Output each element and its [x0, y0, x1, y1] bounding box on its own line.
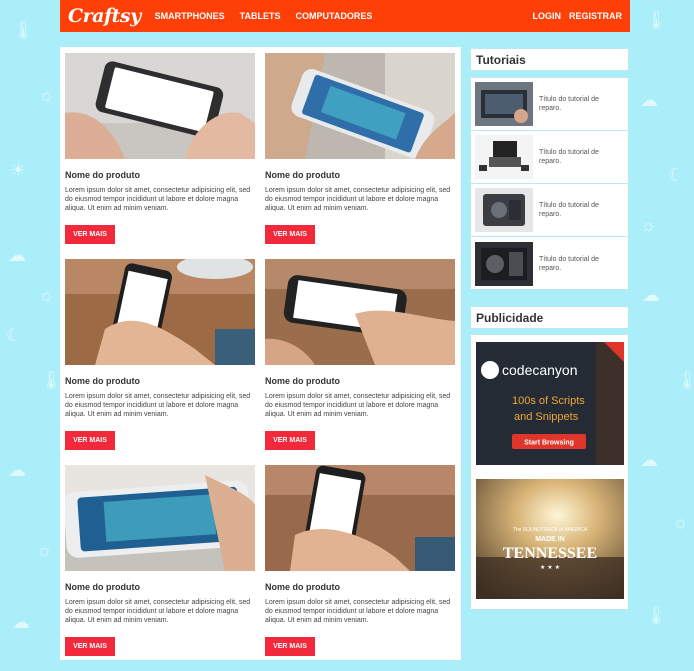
product-image[interactable]	[265, 465, 455, 571]
ads-box: codecanyon 100s of Scripts and Snippets …	[470, 334, 629, 610]
product-description: Lorem ipsum dolor sit amet, consectetur …	[65, 187, 251, 212]
top-navbar: Craftsy SMARTPHONES TABLETS COMPUTADORES…	[60, 0, 630, 32]
product-card: Nome do produto Lorem ipsum dolor sit am…	[265, 465, 455, 671]
product-name[interactable]: Nome do produto	[65, 170, 255, 180]
tutorial-item[interactable]: Título do tutorial de reparo.	[471, 131, 628, 184]
ad-headline-1: 100s of Scripts	[512, 395, 585, 407]
thermometer-icon: 🌡	[676, 370, 694, 390]
cloud-icon: ☁	[8, 460, 26, 480]
product-list: Nome do produto Lorem ipsum dolor sit am…	[60, 47, 461, 660]
product-card: Nome do produto Lorem ipsum dolor sit am…	[265, 53, 455, 259]
tennessee-ad[interactable]: The SOUNDTRACK of AMERICA MADE IN TENNES…	[476, 479, 624, 599]
product-description: Lorem ipsum dolor sit amet, consectetur …	[265, 393, 451, 418]
product-name[interactable]: Nome do produto	[65, 376, 255, 386]
sun-icon: ☼	[672, 512, 689, 532]
cloud-icon: ☁	[642, 285, 660, 305]
ver-mais-button[interactable]: VER MAIS	[265, 637, 315, 656]
product-name[interactable]: Nome do produto	[265, 170, 455, 180]
nav-computadores[interactable]: COMPUTADORES	[296, 11, 373, 21]
sun-icon: ☀	[10, 160, 27, 180]
moon-icon: ☾	[668, 165, 685, 185]
cloud-icon: ☁	[12, 612, 30, 632]
product-image[interactable]	[65, 465, 255, 571]
ver-mais-button[interactable]: VER MAIS	[265, 225, 315, 244]
product-card: Nome do produto Lorem ipsum dolor sit am…	[65, 53, 255, 259]
nav-tablets[interactable]: TABLETS	[240, 11, 281, 21]
product-description: Lorem ipsum dolor sit amet, consectetur …	[265, 599, 451, 624]
craftsy-logo[interactable]: Craftsy	[68, 5, 141, 27]
cloud-icon: ☁	[640, 450, 658, 470]
ad-tagline: The SOUNDTRACK of AMERICA	[513, 527, 588, 533]
ver-mais-button[interactable]: VER MAIS	[65, 431, 115, 450]
tutorial-title: Título do tutorial de reparo.	[539, 96, 599, 112]
product-description: Lorem ipsum dolor sit amet, consectetur …	[265, 187, 451, 212]
ad-tennessee: TENNESSEE	[503, 545, 597, 562]
tutorial-thumbnail	[475, 188, 533, 232]
tutorial-item[interactable]: Título do tutorial de reparo.	[471, 184, 628, 237]
product-image[interactable]	[265, 259, 455, 365]
product-name[interactable]: Nome do produto	[265, 376, 455, 386]
tutorials-title: Tutoriais	[470, 48, 629, 71]
tutorial-title: Título do tutorial de reparo.	[539, 255, 599, 272]
product-card: Nome do produto Lorem ipsum dolor sit am…	[265, 259, 455, 465]
tutorial-title: Título do tutorial de reparo.	[539, 202, 599, 218]
product-description: Lorem ipsum dolor sit amet, consectetur …	[65, 599, 251, 624]
tutorial-title: Título do tutorial de reparo.	[539, 149, 599, 165]
tutorial-item[interactable]: Título do tutorial de reparo.	[471, 237, 628, 290]
ad-cta-label: Start Browsing	[524, 440, 574, 447]
thermometer-icon: 🌡	[12, 20, 35, 40]
thermometer-icon: 🌡	[645, 605, 668, 625]
cloud-icon: ☁	[8, 245, 26, 265]
codecanyon-ad[interactable]: codecanyon 100s of Scripts and Snippets …	[476, 342, 624, 465]
sun-icon: ☼	[38, 285, 55, 305]
product-image[interactable]	[65, 259, 255, 365]
product-card: Nome do produto Lorem ipsum dolor sit am…	[65, 259, 255, 465]
ad-made-in: MADE IN	[535, 536, 565, 543]
register-link[interactable]: REGISTRAR	[569, 11, 622, 21]
tutorial-thumbnail	[475, 82, 533, 126]
stars-icon: ★ ★ ★	[540, 564, 560, 571]
product-description: Lorem ipsum dolor sit amet, consectetur …	[65, 393, 251, 418]
product-image[interactable]	[65, 53, 255, 159]
tutorial-thumbnail	[475, 135, 533, 179]
product-name[interactable]: Nome do produto	[265, 582, 455, 592]
main-nav: SMARTPHONES TABLETS COMPUTADORES	[155, 11, 373, 21]
ads-title: Publicidade	[470, 306, 629, 329]
thermometer-icon: 🌡	[645, 10, 668, 30]
ver-mais-button[interactable]: VER MAIS	[65, 637, 115, 656]
cloud-icon: ☁	[640, 90, 658, 110]
tutorials-list: Título do tutorial de reparo. Título do …	[470, 77, 629, 290]
ver-mais-button[interactable]: VER MAIS	[65, 225, 115, 244]
sun-icon: ☼	[640, 215, 657, 235]
auth-links: LOGIN REGISTRAR	[532, 11, 622, 21]
ver-mais-button[interactable]: VER MAIS	[265, 431, 315, 450]
login-link[interactable]: LOGIN	[532, 11, 561, 21]
ad-brand: codecanyon	[502, 362, 578, 378]
tutorial-item[interactable]: Título do tutorial de reparo.	[471, 78, 628, 131]
moon-icon: ☾	[6, 325, 23, 345]
product-name[interactable]: Nome do produto	[65, 582, 255, 592]
product-image[interactable]	[265, 53, 455, 159]
sun-icon: ☼	[38, 85, 55, 105]
tutorial-thumbnail	[475, 241, 533, 286]
sun-icon: ☼	[36, 540, 53, 560]
nav-smartphones[interactable]: SMARTPHONES	[155, 11, 225, 21]
product-card: Nome do produto Lorem ipsum dolor sit am…	[65, 465, 255, 671]
ad-headline-2: and Snippets	[514, 411, 579, 423]
